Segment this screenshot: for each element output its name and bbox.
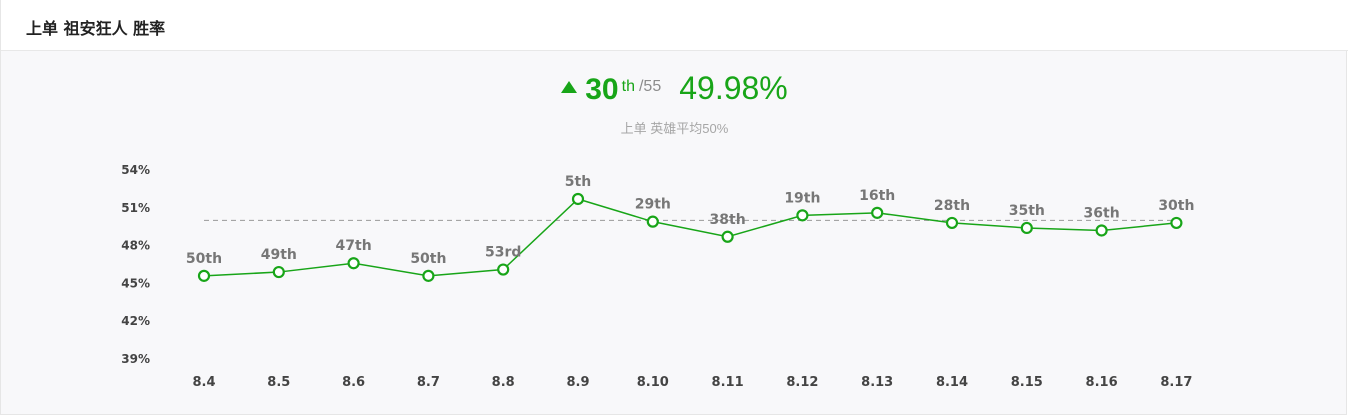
- data-point: [646, 215, 659, 228]
- x-tick-label: 8.13: [861, 375, 893, 390]
- chart-panel: 上单 祖安狂人 胜率 30th/55 49.98% 上单 英雄平均50% 54% 5…: [0, 0, 1348, 415]
- data-point: [497, 263, 510, 276]
- y-tick-label: 48%: [121, 239, 150, 253]
- y-tick-label: 54%: [121, 163, 150, 177]
- data-point-label: 30th: [1158, 198, 1194, 214]
- data-point-label: 50th: [186, 251, 222, 267]
- x-tick-label: 8.16: [1086, 375, 1118, 390]
- data-point-label: 36th: [1084, 205, 1120, 221]
- x-tick-label: 8.4: [192, 375, 215, 390]
- data-point-label: 50th: [410, 251, 446, 267]
- data-point-label: 29th: [635, 197, 671, 213]
- data-point-label: 19th: [784, 190, 820, 206]
- y-tick-label: 45%: [121, 276, 150, 290]
- data-point-label: 38th: [710, 212, 746, 228]
- x-tick-label: 8.8: [492, 375, 515, 390]
- data-point: [721, 230, 734, 243]
- x-tick-label: 8.10: [637, 375, 669, 390]
- x-tick-label: 8.15: [1011, 375, 1043, 390]
- x-tick-label: 8.6: [342, 375, 365, 390]
- x-tick-label: 8.9: [566, 375, 589, 390]
- data-point: [1020, 221, 1033, 235]
- x-tick-label: 8.14: [936, 375, 968, 390]
- x-tick-label: 8.12: [786, 375, 818, 390]
- data-point: [197, 269, 211, 282]
- data-point: [871, 206, 884, 219]
- x-tick-label: 8.5: [267, 375, 290, 390]
- x-tick-label: 8.7: [417, 375, 440, 390]
- data-point: [796, 209, 809, 222]
- data-point-label: 53rd: [485, 245, 521, 261]
- x-tick-label: 8.11: [712, 375, 744, 390]
- data-point-label: 47th: [336, 238, 372, 254]
- x-tick-label: 8.17: [1160, 375, 1192, 390]
- data-point-label: 16th: [859, 188, 895, 204]
- data-point: [347, 257, 360, 270]
- data-point-label: 28th: [934, 198, 970, 214]
- y-tick-label: 42%: [121, 314, 150, 328]
- data-point: [422, 269, 435, 282]
- data-point: [571, 192, 585, 206]
- data-point: [1095, 224, 1108, 237]
- data-point-label: 5th: [565, 174, 591, 190]
- data-point: [272, 265, 285, 279]
- winrate-line-chart: 54% 51% 48% 45% 42% 39% 8.4 8.5 8.6 8.7 8.8 8.9 8.10…: [121, 163, 1194, 390]
- data-point: [945, 216, 959, 230]
- data-point-label: 35th: [1009, 203, 1045, 219]
- data-point-label: 49th: [261, 247, 297, 263]
- y-tick-label: 51%: [121, 201, 150, 215]
- data-point: [1170, 216, 1183, 230]
- y-tick-label: 39%: [121, 352, 150, 366]
